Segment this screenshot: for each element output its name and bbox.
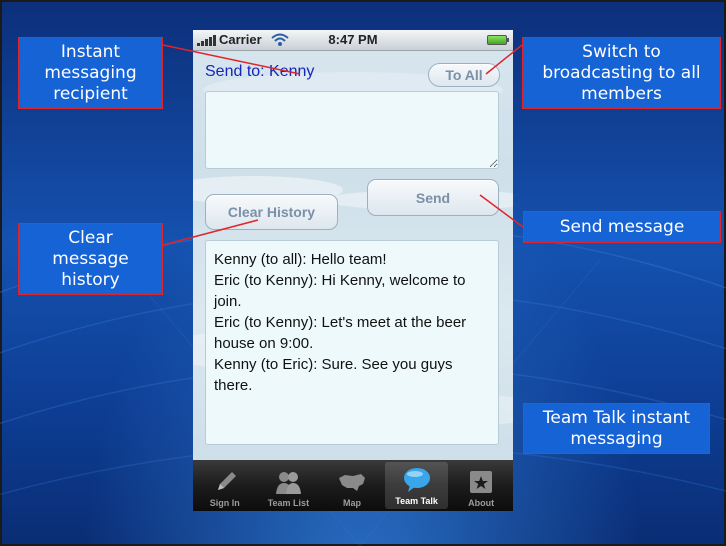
callout-team-talk: Team Talk instant messaging [523,403,710,454]
tab-team-talk[interactable]: Team Talk [384,462,449,509]
status-time: 8:47 PM [328,32,378,47]
callout-clear-history: Clear message history [18,223,163,295]
tab-bar: Sign In Team List Map Team Talk About [193,460,513,511]
recipient-label: Send to: Kenny [205,63,315,80]
to-all-button[interactable]: To All [428,63,500,87]
map-icon [338,474,365,491]
pencil-icon [217,472,236,490]
history-message: Eric (to Kenny): Let's meet at the beer … [214,314,467,352]
callout-recipient: Instant messaging recipient [18,37,163,109]
status-bar: Carrier 8:47 PM [193,30,513,51]
tab-label: Sign In [209,498,240,508]
tab-sign-in[interactable]: Sign In [193,460,257,511]
phone-screen: Carrier 8:47 PM Send to: Kenny To All Se… [193,30,513,511]
speech-bubble-icon [403,468,430,492]
callout-broadcast: Switch to broadcasting to all members [522,37,721,109]
tab-team-list[interactable]: Team List [257,460,321,511]
tab-map[interactable]: Map [320,460,384,511]
send-button[interactable]: Send [367,179,499,216]
message-history[interactable]: Kenny (to all): Hello team! Eric (to Ken… [205,240,499,445]
tab-label: Team Talk [395,496,438,506]
tab-label: About [468,498,495,508]
message-input[interactable] [205,91,499,169]
clear-history-button[interactable]: Clear History [205,194,338,230]
callout-send: Send message [523,211,721,243]
tab-label: Team List [267,498,310,508]
tab-about[interactable]: About [449,460,513,511]
history-message: Kenny (to all): Hello team! [214,251,387,268]
people-icon [276,472,302,494]
history-message: Eric (to Kenny): Hi Kenny, welcome to jo… [214,272,466,310]
battery-icon [487,35,509,45]
tab-label: Map [342,498,361,508]
star-box-icon [470,471,493,493]
history-message: Kenny (to Eric): Sure. See you guys ther… [214,356,453,394]
